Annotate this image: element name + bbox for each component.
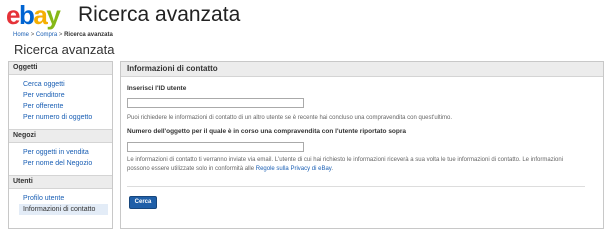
- breadcrumb-current: Ricerca avanzata: [64, 32, 113, 38]
- sidebar-item-by-bidder[interactable]: Per offerente: [9, 101, 112, 112]
- sidebar-section-users: Utenti: [9, 175, 112, 189]
- sidebar-item-items-for-sale[interactable]: Per oggetti in vendita: [9, 147, 112, 158]
- contact-info-notice: Le informazioni di contatto ti verranno …: [127, 156, 585, 174]
- logo-letter-a: a: [33, 0, 47, 30]
- sidebar-item-by-seller[interactable]: Per venditore: [9, 90, 112, 101]
- breadcrumb: Home > Compra > Ricerca avanzata: [13, 32, 113, 38]
- logo-letter-e: e: [6, 0, 20, 30]
- breadcrumb-home[interactable]: Home: [13, 32, 29, 38]
- sidebar-item-contact-info[interactable]: Informazioni di contatto: [19, 204, 108, 215]
- page-title: Ricerca avanzata: [14, 42, 115, 57]
- sidebar: Oggetti Cerca oggetti Per venditore Per …: [8, 61, 113, 229]
- user-id-hint: Puoi richiedere le informazioni di conta…: [127, 115, 453, 121]
- sidebar-item-user-profile[interactable]: Profilo utente: [9, 193, 112, 204]
- sidebar-section-stores: Negozi: [9, 129, 112, 143]
- user-id-input[interactable]: [127, 98, 304, 108]
- sidebar-item-by-item-number[interactable]: Per numero di oggetto: [9, 112, 112, 123]
- divider: [127, 186, 585, 187]
- sidebar-item-search-items[interactable]: Cerca oggetti: [9, 79, 112, 90]
- ebay-logo[interactable]: ebay: [6, 0, 61, 30]
- sidebar-section-items: Oggetti: [9, 62, 112, 75]
- item-number-label: Numero dell'oggetto per il quale è in co…: [127, 128, 407, 135]
- contact-info-panel: Informazioni di contatto Inserisci l'ID …: [120, 61, 604, 229]
- logo-letter-b: b: [18, 0, 35, 30]
- logo-letter-y: y: [46, 0, 60, 30]
- app-title: Ricerca avanzata: [78, 3, 241, 26]
- item-number-input[interactable]: [127, 142, 304, 152]
- breadcrumb-separator: >: [58, 32, 63, 38]
- breadcrumb-separator: >: [30, 32, 35, 38]
- notice-text: Le informazioni di contatto ti verranno …: [127, 157, 564, 172]
- search-button[interactable]: Cerca: [129, 196, 157, 209]
- sidebar-item-store-name[interactable]: Per nome del Negozio: [9, 158, 112, 169]
- panel-title: Informazioni di contatto: [121, 62, 603, 77]
- user-id-label: Inserisci l'ID utente: [127, 85, 187, 92]
- notice-end: .: [331, 166, 334, 172]
- breadcrumb-buy[interactable]: Compra: [36, 32, 57, 38]
- privacy-rules-link[interactable]: Regole sulla Privacy di eBay: [256, 166, 332, 172]
